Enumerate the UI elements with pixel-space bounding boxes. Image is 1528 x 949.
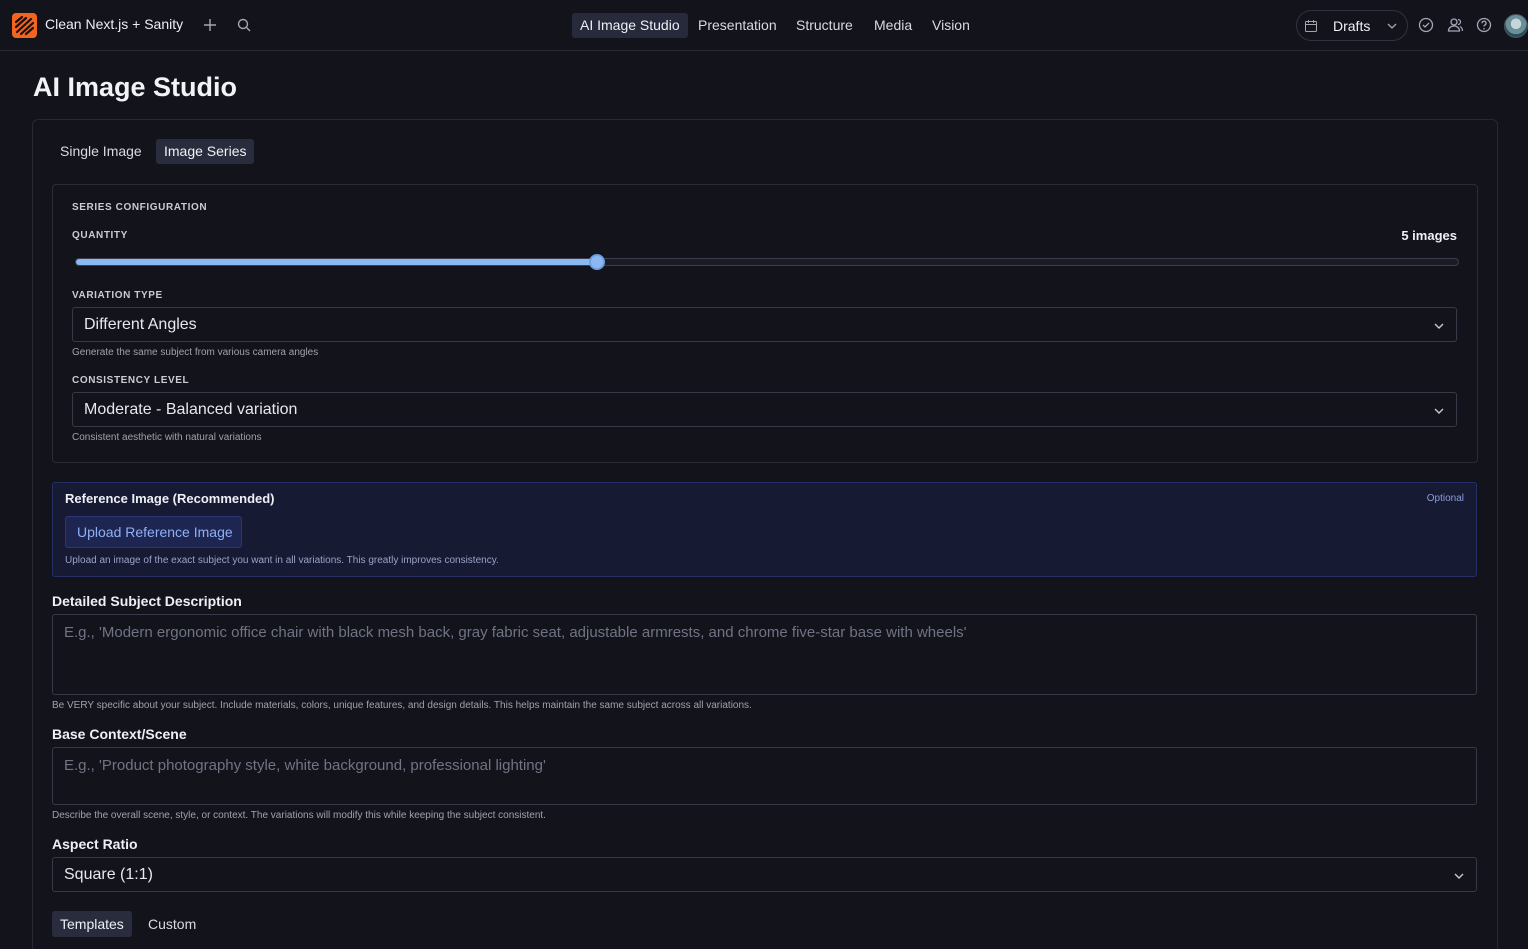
optional-badge: Optional <box>1426 493 1464 504</box>
tab-templates[interactable]: Templates <box>52 911 132 937</box>
quantity-label: QUANTITY <box>72 230 128 241</box>
page-title: AI Image Studio <box>33 72 238 102</box>
drafts-selector[interactable]: Drafts <box>1296 10 1408 41</box>
base-context-hint: Describe the overall scene, style, or co… <box>52 810 546 821</box>
quantity-slider-thumb[interactable] <box>588 254 605 270</box>
calendar-icon <box>1303 18 1319 34</box>
series-config-heading: SERIES CONFIGURATION <box>72 202 208 213</box>
variation-type-label: VARIATION TYPE <box>72 290 163 301</box>
nav-presentation[interactable]: Presentation <box>690 13 785 38</box>
tab-custom[interactable]: Custom <box>140 911 204 937</box>
reference-image-title: Reference Image (Recommended) <box>65 491 275 506</box>
chevron-down-icon <box>1385 19 1399 33</box>
aspect-ratio-label: Aspect Ratio <box>52 836 138 852</box>
consistency-level-hint: Consistent aesthetic with natural variat… <box>72 432 262 443</box>
search-icon[interactable] <box>234 15 254 35</box>
top-bar: Clean Next.js + Sanity AI Image Studio P… <box>0 0 1528 51</box>
help-icon[interactable] <box>1474 15 1494 35</box>
subject-description-input[interactable] <box>52 614 1477 695</box>
add-icon[interactable] <box>200 15 220 35</box>
base-context-input[interactable] <box>52 747 1477 805</box>
consistency-level-select[interactable]: Moderate - Balanced variation <box>72 392 1457 427</box>
sanity-logo-icon[interactable] <box>12 13 37 38</box>
reference-image-hint: Upload an image of the exact subject you… <box>65 555 499 566</box>
app-title[interactable]: Clean Next.js + Sanity <box>45 16 183 32</box>
tab-single-image[interactable]: Single Image <box>52 139 150 164</box>
tab-image-series[interactable]: Image Series <box>156 139 255 164</box>
upload-reference-button[interactable]: Upload Reference Image <box>65 516 242 548</box>
chevron-down-icon <box>1452 869 1466 883</box>
nav-media[interactable]: Media <box>866 13 920 38</box>
subject-description-label: Detailed Subject Description <box>52 593 242 609</box>
quantity-slider-track[interactable] <box>75 258 1459 266</box>
drafts-label: Drafts <box>1333 18 1371 34</box>
quantity-value: 5 images <box>1401 228 1457 243</box>
consistency-level-value: Moderate - Balanced variation <box>84 401 298 418</box>
chevron-down-icon <box>1432 404 1446 418</box>
avatar[interactable] <box>1504 14 1528 38</box>
users-icon[interactable] <box>1445 15 1465 35</box>
aspect-ratio-select[interactable]: Square (1:1) <box>52 857 1477 892</box>
nav-ai-image-studio[interactable]: AI Image Studio <box>572 13 688 38</box>
consistency-level-label: CONSISTENCY LEVEL <box>72 375 190 386</box>
chevron-down-icon <box>1432 319 1446 333</box>
base-context-label: Base Context/Scene <box>52 726 187 742</box>
variation-type-hint: Generate the same subject from various c… <box>72 347 319 358</box>
check-circle-icon[interactable] <box>1416 15 1436 35</box>
subject-description-hint: Be VERY specific about your subject. Inc… <box>52 700 752 711</box>
nav-vision[interactable]: Vision <box>924 13 978 38</box>
variation-type-value: Different Angles <box>84 316 197 333</box>
quantity-slider-fill <box>76 259 597 265</box>
nav-structure[interactable]: Structure <box>788 13 861 38</box>
aspect-ratio-value: Square (1:1) <box>64 866 153 883</box>
variation-type-select[interactable]: Different Angles <box>72 307 1457 342</box>
